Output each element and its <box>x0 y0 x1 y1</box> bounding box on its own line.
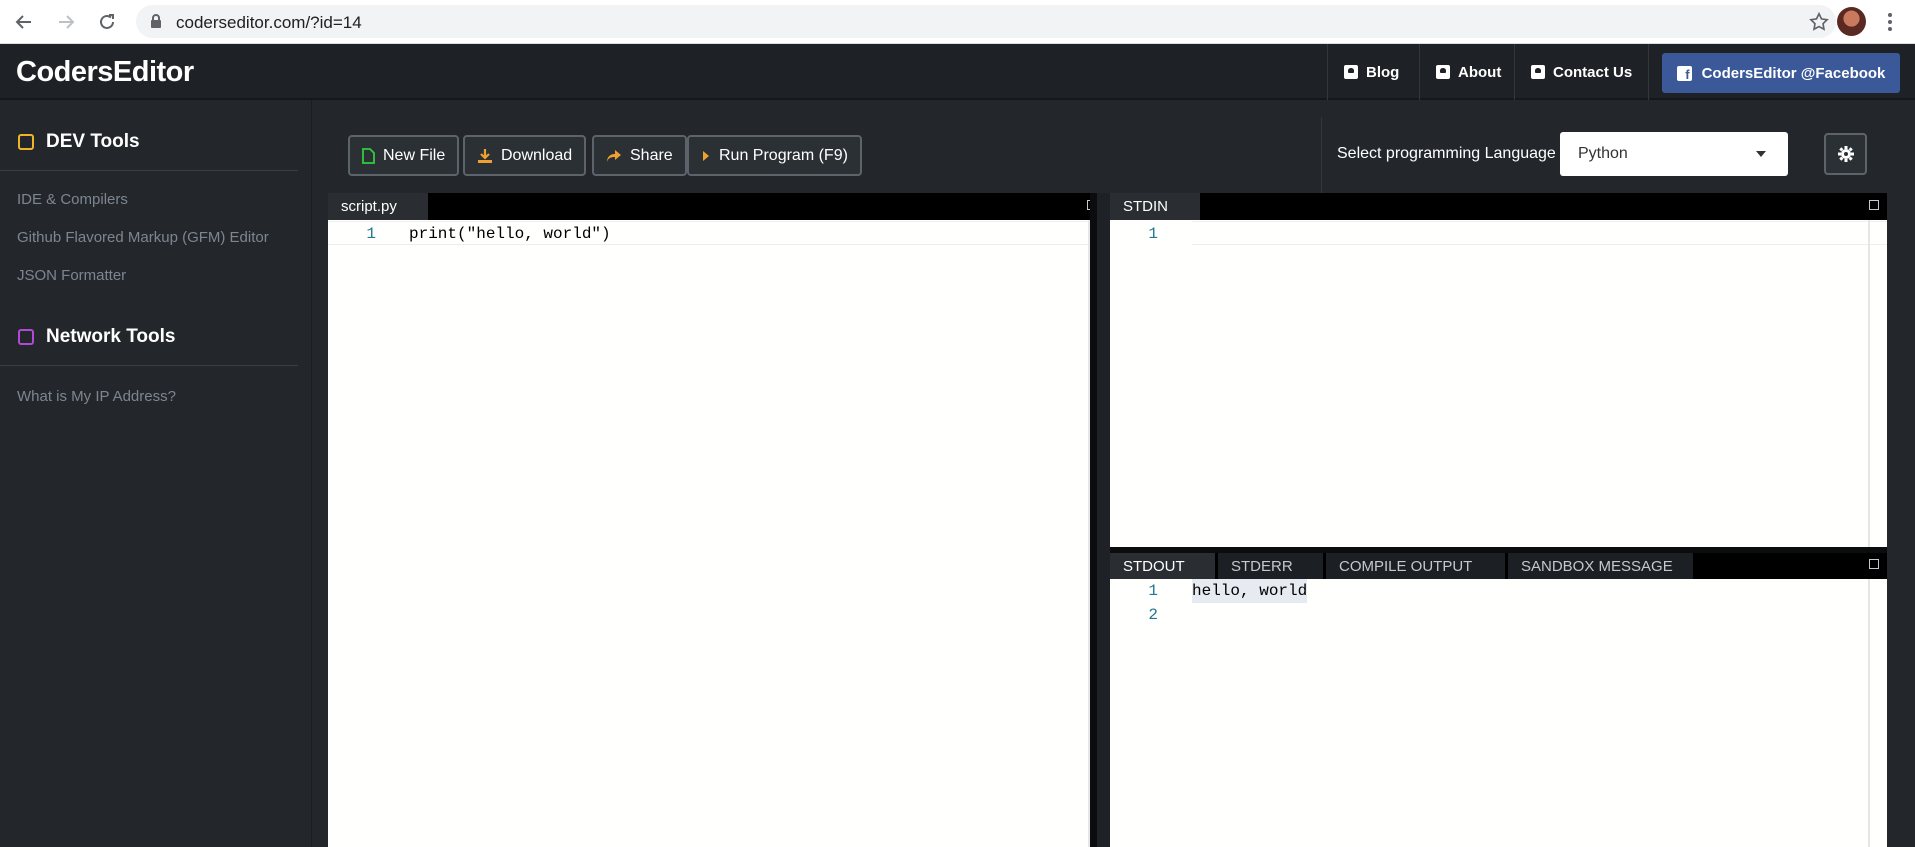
code-line: 1 print("hello, world") <box>328 221 1090 245</box>
nav-blog[interactable]: Blog <box>1327 44 1415 100</box>
contact-card-icon <box>1531 65 1545 79</box>
scrollbar-track[interactable] <box>1868 579 1870 847</box>
sidebar-item-json-formatter[interactable]: JSON Formatter <box>0 257 298 295</box>
pane-splitter[interactable] <box>1090 193 1097 847</box>
sidebar-item-gfm-editor[interactable]: Github Flavored Markup (GFM) Editor <box>0 219 298 257</box>
forward-arrow-icon[interactable] <box>53 9 79 35</box>
nav-blog-label: Blog <box>1366 63 1400 81</box>
language-select-value: Python <box>1578 145 1628 162</box>
share-button[interactable]: Share <box>592 135 687 176</box>
brand-logo[interactable]: CodersEditor <box>16 56 194 89</box>
share-label: Share <box>630 146 673 164</box>
script-tabbar: script.py <box>328 193 1097 220</box>
output-tabbar: STDOUT STDERR COMPILE OUTPUT SANDBOX MES… <box>1110 553 1887 579</box>
caret-down-icon <box>1756 151 1766 157</box>
maximize-icon[interactable] <box>1869 559 1879 569</box>
stdin-pane[interactable]: STDIN 1 <box>1110 193 1887 547</box>
sidebar-section-dev-tools: DEV Tools IDE & Compilers Github Flavore… <box>0 122 298 295</box>
sidebar: DEV Tools IDE & Compilers Github Flavore… <box>0 100 312 847</box>
sidebar-item-ide-compilers[interactable]: IDE & Compilers <box>0 181 298 219</box>
facebook-label: CodersEditor @Facebook <box>1701 64 1886 82</box>
reload-icon[interactable] <box>94 9 120 35</box>
scrollbar-track[interactable] <box>1868 220 1870 547</box>
address-bar[interactable]: coderseditor.com/?id=14 <box>136 5 1836 38</box>
tab-compile-output[interactable]: COMPILE OUTPUT <box>1326 553 1505 579</box>
contact-card-icon <box>1436 65 1450 79</box>
sidebar-heading: Network Tools <box>0 317 298 357</box>
output-code[interactable]: 1 hello, world 2 <box>1110 579 1887 627</box>
tab-script-py[interactable]: script.py <box>328 193 428 220</box>
back-arrow-icon[interactable] <box>11 9 37 35</box>
browser-toolbar: coderseditor.com/?id=14 <box>0 0 1915 44</box>
tab-sandbox-message[interactable]: SANDBOX MESSAGE <box>1508 553 1693 579</box>
facebook-button[interactable]: f CodersEditor @Facebook <box>1662 53 1900 93</box>
browser-menu-icon[interactable] <box>1880 10 1900 34</box>
new-file-label: New File <box>383 146 446 164</box>
output-text: hello, world <box>1192 579 1308 603</box>
code-line: 1 <box>1148 221 1887 245</box>
code-line: 1 hello, world <box>1110 579 1887 603</box>
code-text: print("hello, world") <box>409 225 611 243</box>
line-number: 1 <box>366 225 376 243</box>
code-line: 2 <box>1110 603 1887 627</box>
bookmark-star-icon[interactable] <box>1808 11 1830 38</box>
gear-icon <box>1837 146 1854 162</box>
run-program-button[interactable]: Run Program (F9) <box>687 135 862 176</box>
settings-button[interactable] <box>1824 133 1867 175</box>
nav-contact[interactable]: Contact Us <box>1514 44 1650 100</box>
play-icon <box>703 150 709 161</box>
line-number: 1 <box>1148 582 1158 600</box>
site-header: CodersEditor Blog About Contact Us f Cod… <box>0 44 1915 100</box>
contact-card-icon <box>1344 65 1358 79</box>
sticky-note-icon <box>18 134 34 150</box>
lock-icon <box>150 14 162 34</box>
editor-toolbar: New File Download Share Run Program (F9)… <box>328 117 1887 193</box>
language-select[interactable]: Python <box>1560 132 1788 176</box>
download-icon <box>478 148 492 163</box>
sidebar-heading-label: Network Tools <box>46 326 176 347</box>
nav-about[interactable]: About <box>1419 44 1517 100</box>
divider <box>1321 117 1322 193</box>
sidebar-section-network-tools: Network Tools What is My IP Address? <box>0 317 298 416</box>
script-code[interactable]: 1 print("hello, world") <box>328 221 1090 245</box>
nav-about-label: About <box>1458 63 1502 81</box>
sidebar-heading: DEV Tools <box>0 122 298 162</box>
tab-stderr[interactable]: STDERR <box>1218 553 1323 579</box>
maximize-icon[interactable] <box>1869 200 1879 210</box>
line-number: 1 <box>1148 225 1158 243</box>
sticky-note-icon <box>18 329 34 345</box>
run-program-label: Run Program (F9) <box>719 146 848 164</box>
tab-stdin[interactable]: STDIN <box>1110 193 1200 220</box>
profile-avatar[interactable] <box>1837 7 1866 36</box>
url-text: coderseditor.com/?id=14 <box>176 13 362 32</box>
file-icon <box>362 147 375 164</box>
language-label: Select programming Language | <box>1337 145 1565 162</box>
line-number: 2 <box>1148 606 1158 624</box>
new-file-button[interactable]: New File <box>348 135 460 176</box>
output-pane[interactable]: STDOUT STDERR COMPILE OUTPUT SANDBOX MES… <box>1110 553 1887 847</box>
download-button[interactable]: Download <box>463 135 587 176</box>
stdin-tabbar: STDIN <box>1110 193 1887 220</box>
script-editor-pane[interactable]: script.py 1 print("hello, world") <box>328 193 1097 847</box>
facebook-icon: f <box>1676 65 1692 81</box>
editor-workspace: New File Download Share Run Program (F9)… <box>328 117 1887 847</box>
download-label: Download <box>501 146 573 164</box>
sidebar-heading-label: DEV Tools <box>46 131 140 152</box>
sidebar-item-my-ip[interactable]: What is My IP Address? <box>0 378 298 416</box>
share-icon <box>607 149 621 162</box>
stdin-code[interactable]: 1 <box>1110 221 1887 245</box>
tab-stdout[interactable]: STDOUT <box>1110 553 1215 579</box>
nav-contact-label: Contact Us <box>1553 63 1633 81</box>
